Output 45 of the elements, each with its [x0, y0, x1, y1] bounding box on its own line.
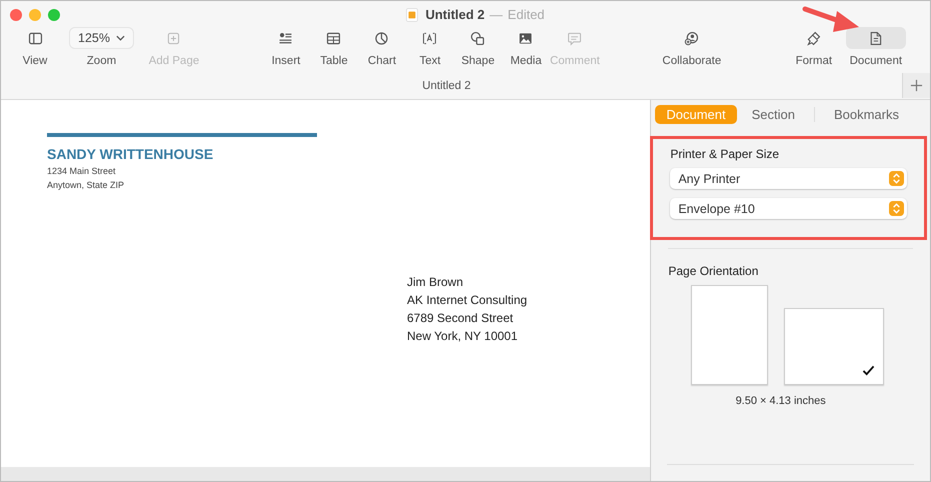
- zoom-dropdown[interactable]: 125%: [69, 27, 134, 49]
- toolbar-label: Text: [419, 55, 441, 67]
- document-button[interactable]: [846, 27, 906, 49]
- toolbar-label: Chart: [368, 55, 396, 67]
- stepper-icon: [889, 201, 904, 216]
- inspector-tab[interactable]: Bookmarks: [822, 104, 910, 124]
- window-title: Untitled 2: [425, 7, 485, 22]
- toolbar-label: View: [22, 55, 48, 67]
- edited-status: Edited: [508, 7, 545, 22]
- toolbar-label: Document: [850, 55, 902, 67]
- toolbar-label: Collaborate: [662, 55, 722, 67]
- recipient-address-line: Jim Brown: [407, 274, 464, 291]
- document-tab-title[interactable]: Untitled 2: [422, 80, 471, 92]
- toolbar-label: Add Page: [148, 55, 200, 67]
- document-icon: [406, 8, 418, 22]
- inspector-tab[interactable]: Section: [740, 104, 806, 124]
- stepper-icon: [889, 171, 904, 186]
- plus-icon: [910, 79, 923, 92]
- paper-size-label: 9.50 × 4.13 inches: [734, 395, 827, 407]
- toolbar-label: Shape: [461, 55, 495, 67]
- close-button[interactable]: [10, 9, 22, 21]
- popup-menu[interactable]: Envelope #10: [670, 198, 907, 219]
- title-dash: —: [490, 7, 503, 22]
- recipient-address-line: New York, NY 10001: [407, 328, 519, 345]
- paintbrush-icon: [805, 30, 822, 46]
- toolbar-label: Format: [796, 55, 832, 67]
- chevron-icon: [116, 35, 125, 41]
- recipient-address-line: AK Internet Consulting: [407, 292, 528, 309]
- toolbar-label: Zoom: [86, 55, 116, 67]
- add-tab-button[interactable]: [902, 73, 930, 98]
- shape-icon: [469, 30, 486, 46]
- recipient-address-line: 6789 Second Street: [407, 310, 514, 327]
- sender-address-line: Anytown, State ZIP: [47, 180, 126, 190]
- toolbar-label: Media: [510, 55, 542, 67]
- section-heading: Printer & Paper Size: [670, 147, 780, 161]
- section-heading: Page Orientation: [668, 264, 760, 278]
- collaborate-icon: [683, 30, 700, 46]
- popup-menu[interactable]: Any Printer: [670, 168, 907, 189]
- toolbar-label: Insert: [272, 55, 300, 67]
- sender-address-line: 1234 Main Street: [47, 166, 117, 176]
- toolbar-label: Comment: [550, 55, 600, 67]
- sender-name: SANDY WRITTENHOUSE: [47, 146, 214, 162]
- checkmark-icon: [862, 365, 876, 376]
- pie-chart-icon: [373, 30, 390, 46]
- toolbar-label: Table: [320, 55, 348, 67]
